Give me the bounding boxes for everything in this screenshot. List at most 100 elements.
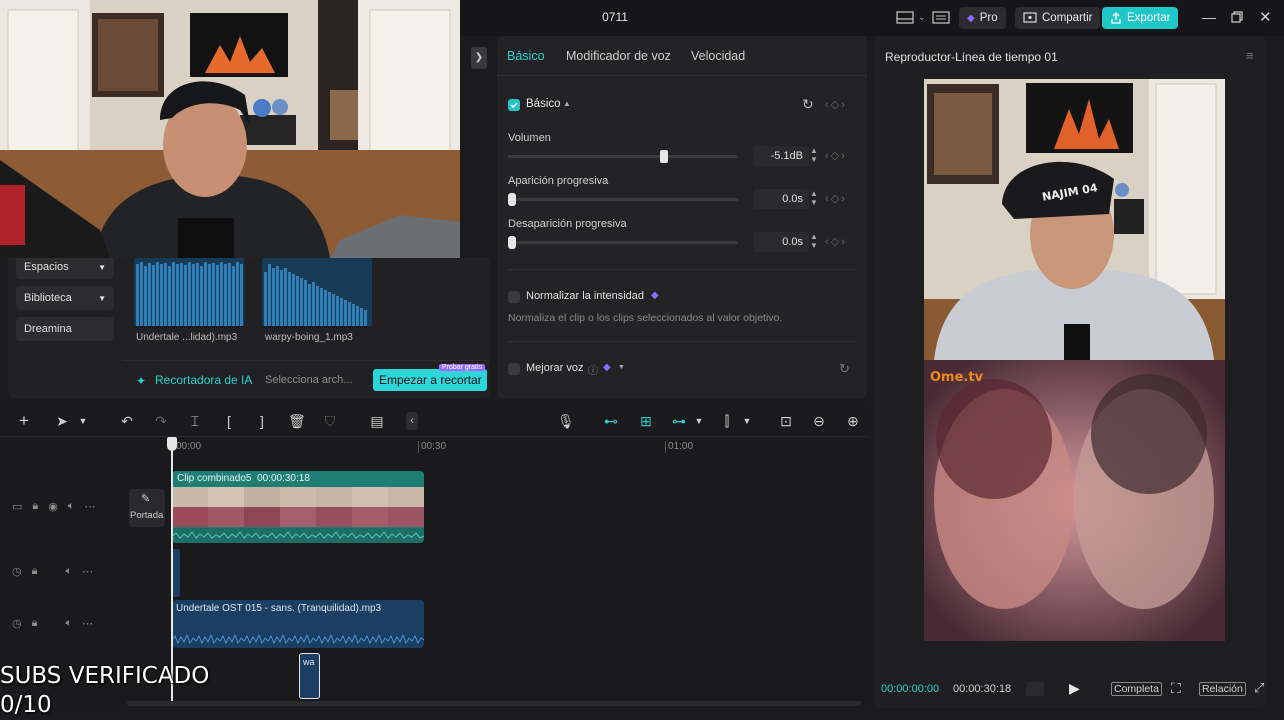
linkage-icon[interactable]: ⊶: [669, 413, 689, 429]
normalize-checkbox[interactable]: [508, 291, 520, 303]
layout-icon[interactable]: [896, 11, 916, 25]
main-track-magnet-icon[interactable]: ⊷: [601, 413, 621, 429]
enhance-voice-checkbox[interactable]: [508, 363, 520, 375]
chevron-down-icon[interactable]: ▼: [691, 413, 707, 429]
microphone-icon[interactable]: 🎙: [557, 413, 575, 429]
more-icon[interactable]: ⋯: [82, 565, 93, 578]
sidebar-item-dreamina[interactable]: Dreamina: [16, 317, 114, 341]
ai-cutter-file-input[interactable]: Selecciona arch...: [265, 374, 352, 386]
full-quality-button[interactable]: Completa: [1111, 682, 1162, 696]
undo-icon[interactable]: ↶: [119, 413, 135, 429]
fit-timeline-icon[interactable]: ⊡: [777, 413, 795, 429]
lock-icon[interactable]: 🔒︎: [32, 500, 38, 513]
eye-icon[interactable]: ◉: [48, 500, 58, 513]
sidebar-item-espacios[interactable]: Espacios ▼: [16, 255, 114, 279]
zoom-out-icon[interactable]: ⊖: [811, 413, 827, 429]
keyframe-icon[interactable]: ‹◇›: [825, 98, 847, 111]
close-icon[interactable]: ✕: [1259, 8, 1272, 26]
restore-icon[interactable]: [1231, 11, 1243, 23]
fade-out-value-field[interactable]: 0.0s: [753, 232, 809, 252]
info-icon[interactable]: ⓘ: [588, 362, 598, 377]
volume-stepper-icon[interactable]: ▲ ▼: [810, 146, 818, 164]
fade-in-slider-handle[interactable]: [508, 193, 516, 206]
cursor-icon[interactable]: ➤: [54, 413, 70, 429]
trim-left-icon[interactable]: [: [221, 413, 237, 429]
caption-line-2: 0/10: [0, 692, 52, 718]
more-icon[interactable]: ⋯: [84, 500, 95, 513]
trim-right-icon[interactable]: ]: [254, 413, 270, 429]
volume-slider[interactable]: [508, 150, 738, 163]
more-icon[interactable]: ⋯: [82, 617, 93, 630]
media-asset-thumb[interactable]: [134, 258, 244, 326]
export-button[interactable]: Exportar: [1102, 7, 1179, 29]
lock-icon[interactable]: 🔒︎: [32, 617, 38, 630]
keyframe-icon[interactable]: ‹◇›: [825, 149, 847, 162]
reset-icon[interactable]: ↻: [839, 361, 850, 377]
fade-in-stepper-icon[interactable]: ▲ ▼: [810, 189, 818, 207]
menu-icon[interactable]: ≡: [1246, 48, 1254, 63]
cover-button[interactable]: ✎ Portada: [129, 489, 165, 527]
start-cutting-button[interactable]: Empezar a recortar Probar gratis: [373, 364, 487, 391]
fade-out-slider[interactable]: [508, 236, 738, 249]
timeline-scrollbar[interactable]: [127, 701, 861, 706]
fullscreen-icon[interactable]: ⤢: [1254, 680, 1264, 696]
ruler-tick-label: 01:00: [668, 441, 694, 452]
reset-icon[interactable]: ↻: [802, 96, 814, 113]
fade-out-stepper-icon[interactable]: ▲ ▼: [810, 232, 818, 250]
chevron-down-icon[interactable]: ▼: [739, 413, 755, 429]
ai-edit-icon[interactable]: ▤: [369, 413, 385, 429]
video-preview[interactable]: NAJIM 04 Ome.tv: [924, 79, 1225, 641]
media-asset-thumb[interactable]: [262, 258, 372, 326]
zoom-in-icon[interactable]: ⊕: [845, 413, 861, 429]
tab-basico[interactable]: Básico: [507, 49, 545, 63]
speaker-icon[interactable]: 🔈︎: [68, 500, 75, 513]
speaker-icon[interactable]: 🔈︎: [65, 617, 72, 630]
sfx-clip[interactable]: wa: [299, 653, 320, 699]
fade-in-value-field[interactable]: 0.0s: [753, 189, 809, 209]
layout-chevron-icon[interactable]: ⌄: [918, 12, 926, 23]
delete-icon[interactable]: 🗑: [288, 413, 306, 429]
audio-clip[interactable]: Undertale OST 015 - sans. (Tranquilidad)…: [172, 600, 424, 648]
volume-slider-handle[interactable]: [660, 150, 669, 163]
collapse-up-icon[interactable]: ▲: [563, 99, 571, 108]
auto-snap-icon[interactable]: ⊞: [636, 413, 656, 429]
collapse-tools-icon[interactable]: ‹: [406, 412, 418, 430]
fade-out-slider-handle[interactable]: [508, 236, 516, 249]
keyframe-icon[interactable]: ‹◇›: [825, 192, 847, 205]
volume-value-field[interactable]: -5.1dB: [753, 146, 809, 166]
aspect-ratio-button[interactable]: Relación: [1199, 682, 1246, 696]
lock-icon[interactable]: 🔒︎: [32, 565, 38, 578]
tab-velocidad[interactable]: Velocidad: [691, 49, 745, 63]
timecode-toggle-icon[interactable]: [1026, 682, 1044, 696]
properties-panel: Básico Modificador de voz Velocidad Bási…: [497, 36, 867, 398]
shortcut-icon[interactable]: [932, 11, 952, 25]
main-video-clip[interactable]: Clip combinado5 00:00:30:18: [172, 471, 424, 543]
share-button[interactable]: Compartir: [1015, 7, 1101, 29]
panel-toggle-arrow-icon[interactable]: ❯: [471, 47, 487, 69]
play-icon[interactable]: ▶: [1069, 680, 1080, 697]
media-panel: Espacios ▼ Biblioteca ▼ Dreamina Underta…: [8, 255, 490, 398]
pro-button[interactable]: ◆ Pro: [959, 7, 1006, 29]
redo-icon[interactable]: ↷: [153, 413, 169, 429]
basic-section-checkbox[interactable]: [508, 99, 520, 111]
minimize-icon[interactable]: —: [1202, 9, 1216, 25]
shield-icon[interactable]: ⛉: [322, 413, 338, 429]
chevron-down-icon[interactable]: ▼: [75, 413, 91, 429]
keyframe-icon[interactable]: ‹◇›: [825, 235, 847, 248]
divider: [508, 341, 856, 342]
add-icon[interactable]: +: [16, 412, 32, 429]
preview-axis-icon[interactable]: ⫿: [717, 413, 737, 429]
divider: [508, 269, 856, 270]
ometv-logo: Ome.tv: [930, 370, 984, 385]
fade-in-slider[interactable]: [508, 193, 738, 206]
chevron-down-icon[interactable]: ▼: [618, 364, 625, 371]
speaker-icon[interactable]: 🔈︎: [65, 565, 72, 578]
tab-modificador-de-voz[interactable]: Modificador de voz: [566, 49, 671, 63]
audio-track-icon: ◷: [12, 566, 22, 578]
split-icon[interactable]: ⌶: [187, 413, 203, 429]
timeline-ruler[interactable]: 00:00 00:30 01:00: [172, 439, 862, 461]
screenshot-icon[interactable]: ⛶: [1171, 680, 1181, 697]
sfx-clip-marker[interactable]: [172, 549, 180, 597]
playhead-handle[interactable]: [167, 437, 177, 451]
sidebar-item-biblioteca[interactable]: Biblioteca ▼: [16, 286, 114, 310]
